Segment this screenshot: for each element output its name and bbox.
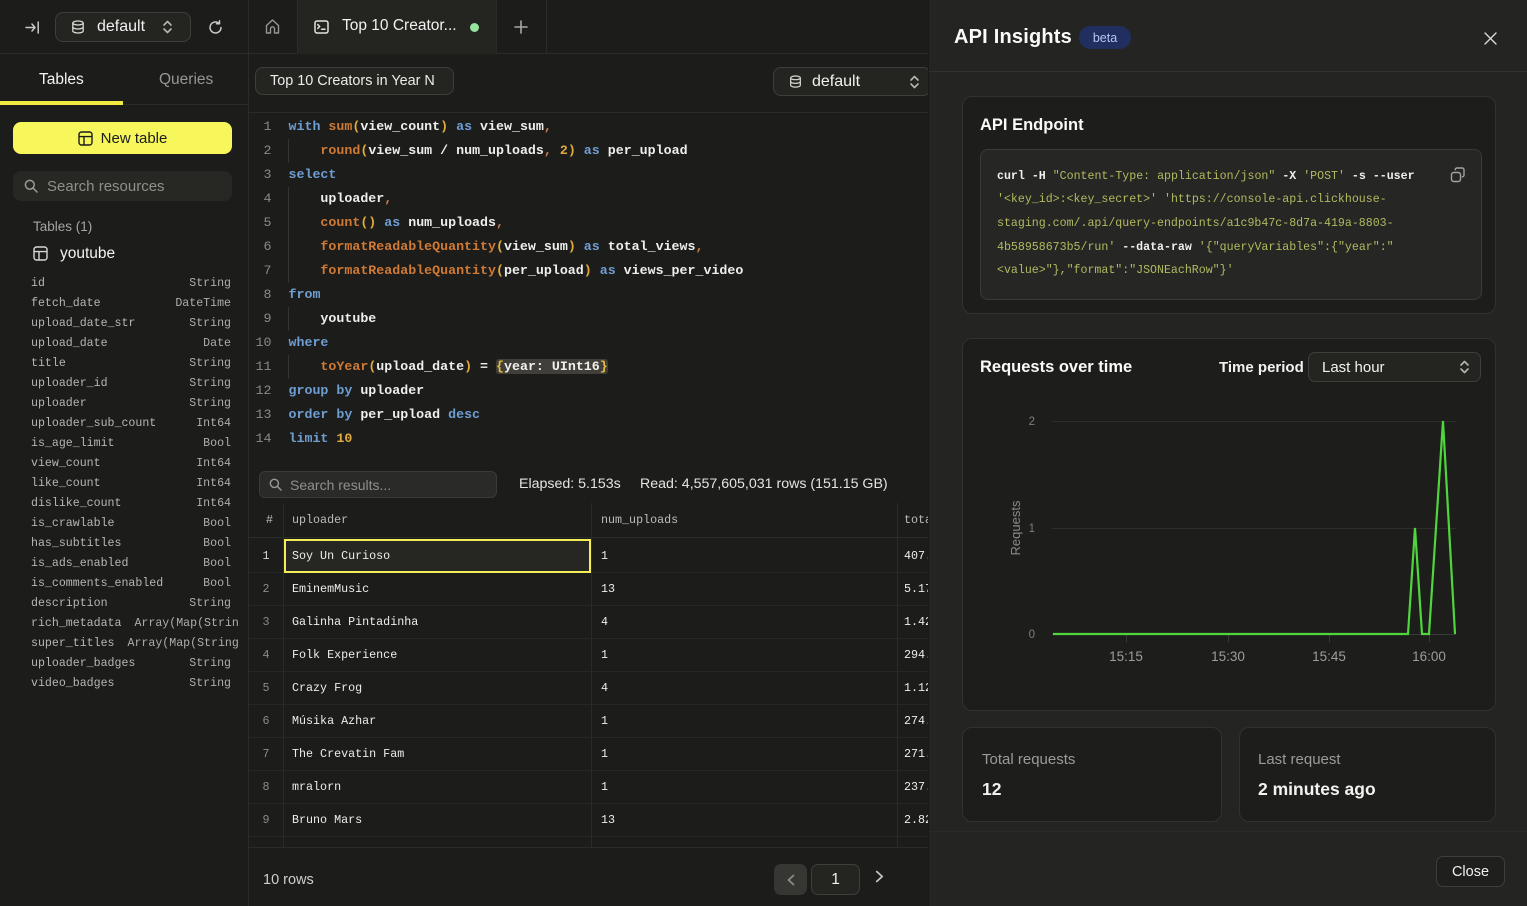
svg-text:2: 2: [1029, 416, 1035, 428]
svg-text:Requests: Requests: [1008, 500, 1023, 555]
svg-text:1: 1: [1029, 523, 1035, 535]
svg-text:0: 0: [1029, 629, 1035, 641]
svg-text:15:15: 15:15: [1109, 649, 1143, 664]
svg-text:15:45: 15:45: [1312, 649, 1346, 664]
svg-text:15:30: 15:30: [1211, 649, 1245, 664]
svg-text:16:00: 16:00: [1412, 649, 1446, 664]
